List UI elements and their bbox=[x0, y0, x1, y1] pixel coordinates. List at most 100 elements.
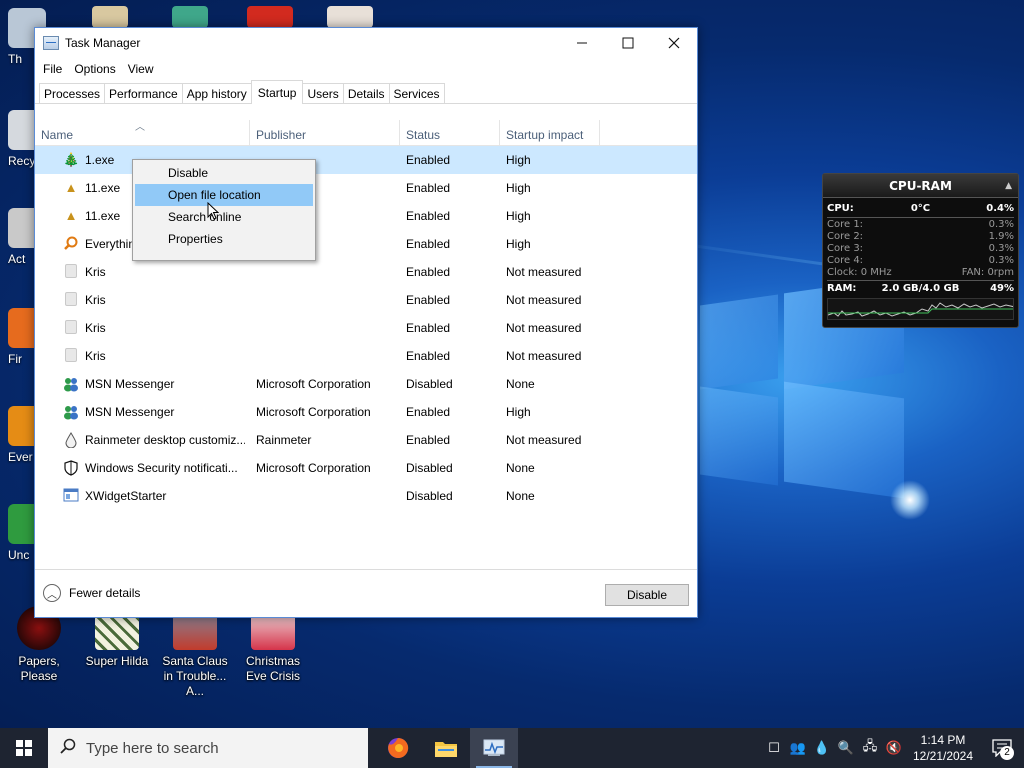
table-row[interactable]: Kris Enabled Not measured bbox=[35, 286, 697, 314]
task-manager-icon bbox=[483, 739, 505, 756]
row-name: Kris bbox=[85, 349, 106, 363]
cpu-line: CPU: 0°C 0.4% bbox=[823, 202, 1018, 216]
row-impact: Not measured bbox=[506, 349, 582, 363]
row-impact: High bbox=[506, 181, 531, 195]
context-menu-disable[interactable]: Disable bbox=[135, 162, 313, 184]
tab-details[interactable]: Details bbox=[342, 83, 390, 103]
core-line: Core 2: 1.9% bbox=[823, 231, 1018, 243]
table-row[interactable]: XWidgetStarter Disabled None bbox=[35, 482, 697, 510]
cpu-ram-widget[interactable]: CPU-RAM ▲ CPU: 0°C 0.4% Core 1: 0.3% Cor… bbox=[822, 173, 1019, 328]
core-line: Core 3: 0.3% bbox=[823, 243, 1018, 255]
table-row[interactable]: MSN Messenger Microsoft Corporation Enab… bbox=[35, 398, 697, 426]
tab-strip: Processes Performance App history Startu… bbox=[35, 80, 697, 104]
row-publisher: Microsoft Corporation bbox=[256, 377, 371, 391]
msn-icon bbox=[63, 404, 79, 420]
start-button[interactable] bbox=[0, 728, 48, 768]
taskbar: Type here to search ☐ 👥 💧 🔍 🖧 🔇 1:14 PM … bbox=[0, 728, 1024, 768]
tab-services[interactable]: Services bbox=[388, 83, 445, 103]
taskbar-search-box[interactable]: Type here to search bbox=[48, 728, 368, 768]
row-status: Enabled bbox=[406, 265, 451, 279]
clock-time: 1:14 PM bbox=[920, 733, 966, 747]
taskbar-firefox[interactable] bbox=[374, 728, 422, 768]
fewer-details-button[interactable]: ︿ Fewer details bbox=[43, 584, 140, 602]
row-impact: None bbox=[506, 461, 535, 475]
row-publisher bbox=[256, 482, 396, 510]
xwidget-icon bbox=[63, 488, 79, 504]
row-publisher bbox=[256, 342, 396, 370]
tray-volume-muted-icon[interactable]: 🔇 bbox=[882, 740, 906, 756]
search-icon bbox=[63, 236, 79, 252]
column-publisher[interactable]: Publisher bbox=[250, 120, 400, 146]
core-value: 0.3% bbox=[988, 255, 1014, 266]
table-row[interactable]: Kris Enabled Not measured bbox=[35, 342, 697, 370]
tray-msn-icon[interactable]: 👥 bbox=[786, 740, 810, 756]
table-row[interactable]: Rainmeter desktop customiz... Rainmeter … bbox=[35, 426, 697, 454]
table-row[interactable]: Windows Security notificati... Microsoft… bbox=[35, 454, 697, 482]
tab-processes[interactable]: Processes bbox=[39, 83, 106, 103]
menu-bar: File Options View bbox=[35, 58, 697, 80]
row-publisher: Microsoft Corporation bbox=[256, 405, 371, 419]
msn-icon bbox=[63, 376, 79, 392]
core-label: Core 2: bbox=[827, 231, 864, 242]
tray-xwidget-icon[interactable]: ☐ bbox=[762, 740, 786, 756]
row-impact: Not measured bbox=[506, 321, 582, 335]
system-tray: ☐ 👥 💧 🔍 🖧 🔇 1:14 PM 12/21/2024 2 bbox=[762, 728, 1024, 768]
generic-file-icon bbox=[63, 348, 79, 364]
maximize-button[interactable] bbox=[605, 28, 651, 58]
row-impact: Not measured bbox=[506, 433, 582, 447]
column-name[interactable]: Name bbox=[35, 120, 250, 146]
context-menu: Disable Open file location Search online… bbox=[132, 159, 316, 261]
logo-pane-bottom-right bbox=[784, 381, 904, 499]
row-status: Disabled bbox=[406, 489, 453, 503]
row-name: Kris bbox=[85, 321, 106, 335]
shield-icon bbox=[63, 460, 79, 476]
disable-button[interactable]: Disable bbox=[605, 584, 689, 606]
ram-percent: 49% bbox=[990, 283, 1014, 294]
taskbar-clock[interactable]: 1:14 PM 12/21/2024 bbox=[906, 732, 980, 764]
title-bar[interactable]: Task Manager bbox=[35, 28, 697, 58]
mouse-cursor-icon bbox=[207, 202, 219, 220]
context-menu-search-online[interactable]: Search online bbox=[135, 206, 313, 228]
cpu-value: 0.4% bbox=[986, 203, 1014, 214]
tab-startup[interactable]: Startup bbox=[250, 80, 304, 104]
taskbar-file-explorer[interactable] bbox=[422, 728, 470, 768]
tree-icon: 🎄 bbox=[63, 152, 79, 167]
menu-file[interactable]: File bbox=[37, 62, 68, 76]
column-header: ︿ Name Publisher Status Startup impact bbox=[35, 120, 697, 146]
table-row[interactable]: Kris Enabled Not measured bbox=[35, 258, 697, 286]
row-status: Enabled bbox=[406, 321, 451, 335]
menu-options[interactable]: Options bbox=[68, 62, 121, 76]
context-menu-properties[interactable]: Properties bbox=[135, 228, 313, 250]
row-impact: High bbox=[506, 209, 531, 223]
column-startup-impact[interactable]: Startup impact bbox=[500, 120, 600, 146]
column-status[interactable]: Status bbox=[400, 120, 500, 146]
close-icon bbox=[668, 37, 680, 49]
row-impact: None bbox=[506, 489, 535, 503]
tray-rainmeter-icon[interactable]: 💧 bbox=[810, 740, 834, 756]
clock-fan-line: Clock: 0 MHz FAN: 0rpm bbox=[823, 267, 1018, 279]
close-button[interactable] bbox=[651, 28, 697, 58]
core-line: Core 4: 0.3% bbox=[823, 255, 1018, 267]
desktop-icon-label: Super Hilda bbox=[85, 654, 149, 668]
desktop-icon-label: Ever bbox=[8, 450, 33, 464]
table-row[interactable]: Kris Enabled Not measured bbox=[35, 314, 697, 342]
row-status: Enabled bbox=[406, 405, 451, 419]
row-name: Rainmeter desktop customiz... bbox=[85, 433, 245, 447]
tray-network-icon[interactable]: 🖧 bbox=[858, 737, 882, 759]
context-menu-open-file-location[interactable]: Open file location bbox=[135, 184, 313, 206]
desktop-icon-santa-claus[interactable]: Santa Claus in Trouble... A... bbox=[156, 606, 234, 699]
minimize-button[interactable] bbox=[559, 28, 605, 58]
ram-usage: 2.0 GB/4.0 GB bbox=[881, 283, 960, 294]
tray-everything-icon[interactable]: 🔍 bbox=[834, 740, 858, 756]
table-row[interactable]: MSN Messenger Microsoft Corporation Disa… bbox=[35, 370, 697, 398]
tab-performance[interactable]: Performance bbox=[104, 83, 183, 103]
window-title: Task Manager bbox=[65, 36, 141, 50]
tab-app-history[interactable]: App history bbox=[181, 83, 252, 103]
menu-view[interactable]: View bbox=[122, 62, 160, 76]
search-placeholder: Type here to search bbox=[86, 739, 219, 757]
collapse-arrow-icon[interactable]: ▲ bbox=[1005, 174, 1012, 198]
taskbar-task-manager[interactable] bbox=[470, 728, 518, 768]
desktop-icon-label: Th bbox=[8, 52, 23, 66]
tab-users[interactable]: Users bbox=[302, 83, 344, 103]
action-center-button[interactable]: 2 bbox=[980, 728, 1024, 768]
